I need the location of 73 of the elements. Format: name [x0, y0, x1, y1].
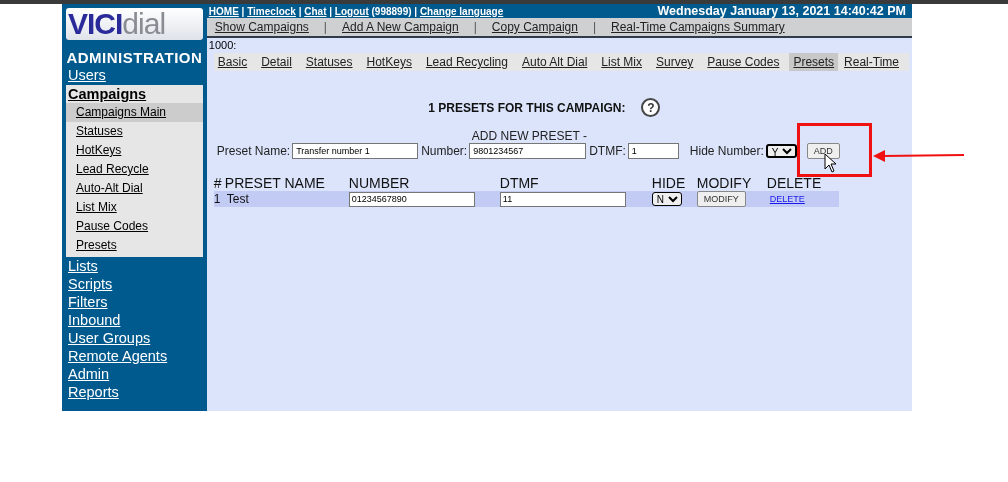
field-label: Hide Number:	[689, 144, 764, 158]
column-header: #	[213, 175, 223, 191]
tab[interactable]: HotKeys	[362, 53, 416, 71]
campaign-id: 1000:	[207, 39, 238, 51]
field-label: DTMF:	[589, 144, 626, 158]
table-cell: 1	[213, 191, 225, 207]
input-field[interactable]: 11	[499, 191, 626, 207]
sidebar-subitem[interactable]: Presets	[66, 236, 203, 255]
tab[interactable]: Statuses	[301, 53, 357, 71]
column-header: NUMBER	[348, 175, 411, 191]
tab[interactable]: Detail	[257, 53, 296, 71]
tab[interactable]: Pause Codes	[703, 53, 784, 71]
sidebar-title: ADMINISTRATION	[65, 49, 204, 66]
sidebar-item[interactable]: Users	[62, 66, 207, 84]
help-icon[interactable]: ?	[641, 98, 661, 117]
nav-link[interactable]: Copy Campaign	[491, 20, 578, 34]
input-field[interactable]: 9801234567	[469, 143, 587, 159]
tab[interactable]: Presets	[789, 53, 839, 71]
header-link[interactable]: Change language	[419, 5, 504, 17]
sidebar-item[interactable]: Filters	[62, 293, 207, 311]
arrow-icon	[873, 150, 965, 162]
sidebar-subitem[interactable]: Campaigns Main	[66, 103, 203, 122]
header-links: HOME | Timeclock | Chat | Logout (998899) | Change language	[208, 5, 504, 17]
column-header: DELETE	[766, 175, 823, 191]
column-header: MODIFY	[696, 175, 753, 191]
input-field[interactable]: 01234567890	[348, 191, 475, 207]
add-button[interactable]: ADD	[806, 143, 840, 159]
sidebar-item[interactable]: Reports	[62, 383, 207, 401]
input-field[interactable]: Transfer number 1	[292, 143, 419, 159]
input-field[interactable]: 1	[627, 143, 679, 159]
column-header: PRESET NAME	[224, 175, 326, 191]
form-title: ADD NEW PRESET -	[470, 129, 588, 143]
dropdown[interactable]: Y	[765, 144, 797, 158]
separator: |	[323, 20, 327, 34]
tab[interactable]: Basic	[213, 53, 252, 71]
sidebar-subitem[interactable]: Lead Recycle	[66, 160, 203, 179]
nav-link[interactable]: Real-Time Campaigns Summary	[611, 20, 785, 34]
sidebar-item[interactable]: Scripts	[62, 275, 207, 293]
separator: |	[473, 20, 477, 34]
table-cell: Test	[224, 191, 349, 207]
sidebar-item[interactable]: Admin	[62, 365, 207, 383]
tab[interactable]: Real-Time	[840, 53, 903, 71]
field-label: Number:	[421, 144, 468, 158]
modify-button[interactable]: MODIFY	[696, 191, 746, 207]
tab[interactable]: Lead Recycling	[421, 53, 512, 71]
nav-link[interactable]: Add A New Campaign	[342, 20, 459, 34]
sidebar-item[interactable]: Campaigns	[66, 85, 203, 103]
tab[interactable]: Auto Alt Dial	[517, 53, 592, 71]
sidebar-subitem[interactable]: Pause Codes	[66, 217, 203, 236]
sidebar-subitem[interactable]: Auto-Alt Dial	[66, 179, 203, 198]
separator: |	[592, 20, 597, 34]
mouse-pointer-icon	[824, 153, 838, 173]
header-link[interactable]: Chat	[304, 5, 327, 17]
header-link[interactable]: HOME	[208, 5, 239, 17]
header-link[interactable]: Timeclock	[247, 5, 296, 17]
sidebar-item[interactable]: Lists	[62, 257, 207, 275]
page-heading: 1 PRESETS FOR THIS CAMPAIGN:	[428, 100, 626, 115]
logo: VICIdial	[66, 8, 203, 40]
dropdown[interactable]: N	[651, 192, 682, 206]
nav-link[interactable]: Show Campaigns	[214, 20, 309, 34]
column-header: HIDE	[651, 175, 687, 191]
tab[interactable]: Survey	[652, 53, 698, 71]
sidebar-item[interactable]: Remote Agents	[62, 347, 207, 365]
field-label: Preset Name:	[216, 144, 291, 158]
sidebar-subitem[interactable]: Statuses	[66, 122, 203, 141]
column-header: DTMF	[499, 175, 540, 191]
sidebar-subitem[interactable]: List Mix	[66, 198, 203, 217]
tab[interactable]: List Mix	[597, 53, 646, 71]
header-link[interactable]: Logout	[334, 5, 369, 17]
sidebar-subitem[interactable]: HotKeys	[66, 141, 203, 160]
sidebar-item[interactable]: User Groups	[62, 329, 207, 347]
date-time: Wednesday January 13, 2021 14:40:42 PM	[657, 4, 906, 18]
sidebar-item[interactable]: Inbound	[62, 311, 207, 329]
